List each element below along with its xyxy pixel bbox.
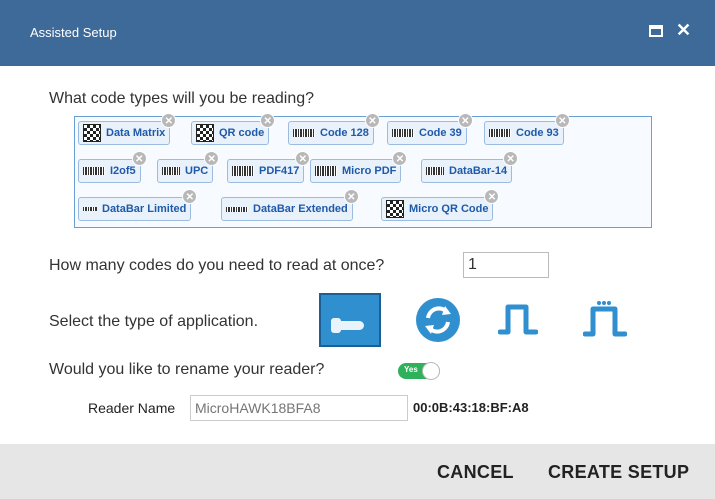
- remove-icon[interactable]: ✕: [554, 113, 570, 128]
- chip-label: DataBar Limited: [102, 203, 187, 215]
- qr-icon: [196, 124, 214, 142]
- chip-micro-qr-code[interactable]: Micro QR Code ✕: [381, 189, 500, 221]
- chip-upc[interactable]: UPC ✕: [157, 151, 220, 183]
- chip-code-93[interactable]: Code 93 ✕: [484, 113, 570, 145]
- window-title: Assisted Setup: [30, 25, 117, 40]
- chip-label: QR code: [219, 127, 265, 139]
- cancel-button[interactable]: CANCEL: [437, 462, 514, 483]
- remove-icon[interactable]: ✕: [204, 151, 220, 166]
- barcode-icon: [83, 167, 105, 175]
- chip-label: PDF417: [259, 165, 300, 177]
- app-type-trigger-button[interactable]: [498, 302, 538, 336]
- chip-label: DataBar Extended: [253, 203, 348, 215]
- chip-label: Micro PDF: [342, 165, 397, 177]
- chip-label: DataBar-14: [449, 165, 508, 177]
- remove-icon[interactable]: ✕: [260, 113, 276, 128]
- remove-icon[interactable]: ✕: [503, 151, 519, 166]
- barcode-icon: [293, 129, 315, 137]
- app-type-continuous-button[interactable]: [414, 296, 462, 344]
- dialog-footer: CANCEL CREATE SETUP: [0, 444, 715, 499]
- remove-icon[interactable]: ✕: [161, 113, 177, 128]
- databar-icon: [426, 167, 444, 175]
- barcode-icon: [489, 129, 511, 137]
- chip-code-39[interactable]: Code 39 ✕: [387, 113, 473, 145]
- remove-icon[interactable]: ✕: [131, 151, 147, 166]
- chip-i2of5[interactable]: I2of5 ✕: [78, 151, 147, 183]
- chip-data-matrix[interactable]: Data Matrix ✕: [78, 113, 177, 145]
- chip-code-128[interactable]: Code 128 ✕: [288, 113, 380, 145]
- reader-name-input[interactable]: [190, 395, 408, 421]
- rename-question: Would you like to rename your reader?: [49, 361, 325, 378]
- chip-micro-pdf[interactable]: Micro PDF ✕: [310, 151, 408, 183]
- chip-label: Data Matrix: [106, 127, 166, 139]
- reader-name-label: Reader Name: [88, 400, 176, 416]
- chip-qr-code[interactable]: QR code ✕: [191, 113, 276, 145]
- databar-icon: [226, 206, 248, 212]
- maximize-icon[interactable]: [649, 25, 663, 37]
- remove-icon[interactable]: ✕: [343, 189, 359, 204]
- title-bar: Assisted Setup ✕: [0, 0, 715, 66]
- toggle-label: Yes: [404, 365, 418, 374]
- qr-icon: [386, 200, 404, 218]
- remove-icon[interactable]: ✕: [392, 151, 408, 166]
- chip-databar-14[interactable]: DataBar-14 ✕: [421, 151, 519, 183]
- handheld-beam-icon: [334, 321, 364, 330]
- remove-icon[interactable]: ✕: [295, 151, 311, 166]
- mac-address: 00:0B:43:18:BF:A8: [413, 400, 529, 415]
- remove-icon[interactable]: ✕: [484, 189, 500, 204]
- pdf417-icon: [232, 166, 254, 176]
- remove-icon[interactable]: ✕: [182, 189, 198, 204]
- chip-databar-limited[interactable]: DataBar Limited ✕: [78, 189, 198, 221]
- chip-label: Code 128: [320, 127, 369, 139]
- create-setup-button[interactable]: CREATE SETUP: [548, 462, 689, 483]
- databar-icon: [83, 207, 97, 211]
- chip-label: Micro QR Code: [409, 203, 489, 215]
- chip-pdf417[interactable]: PDF417 ✕: [227, 151, 311, 183]
- app-type-multi-trigger-button[interactable]: [583, 300, 627, 338]
- toggle-knob: [422, 362, 440, 380]
- chip-label: Code 39: [419, 127, 462, 139]
- rename-toggle[interactable]: Yes: [398, 362, 440, 380]
- remove-icon[interactable]: ✕: [364, 113, 380, 128]
- chip-label: I2of5: [110, 165, 136, 177]
- code-count-input[interactable]: [463, 252, 549, 278]
- app-type-handheld-button[interactable]: [319, 293, 381, 347]
- code-types-question: What code types will you be reading?: [49, 90, 315, 107]
- chip-label: Code 93: [516, 127, 559, 139]
- barcode-icon: [392, 129, 414, 137]
- micropdf-icon: [315, 166, 337, 176]
- datamatrix-icon: [83, 124, 101, 142]
- remove-icon[interactable]: ✕: [457, 113, 473, 128]
- barcode-icon: [162, 167, 180, 175]
- code-types-box[interactable]: Data Matrix ✕ QR code ✕ Code 128 ✕ Code …: [74, 113, 652, 228]
- app-type-question: Select the type of application.: [49, 313, 259, 330]
- close-icon[interactable]: ✕: [676, 20, 691, 40]
- count-question: How many codes do you need to read at on…: [49, 257, 385, 274]
- chip-databar-extended[interactable]: DataBar Extended ✕: [221, 189, 359, 221]
- chip-label: UPC: [185, 165, 209, 177]
